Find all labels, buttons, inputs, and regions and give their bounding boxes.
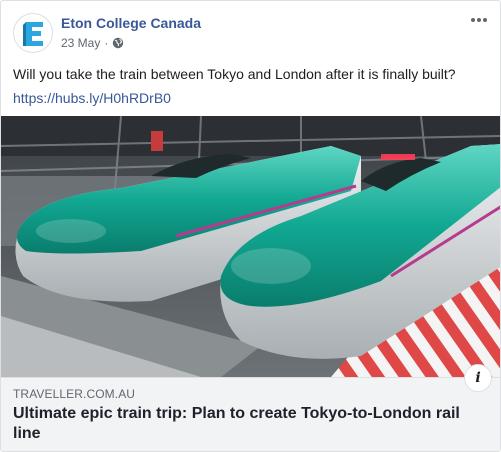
post-link[interactable]: https://hubs.ly/H0hRDrB0 <box>13 89 171 107</box>
post-header: Eton College Canada 23 May · <box>13 11 490 53</box>
shinkansen-trains-photo <box>1 116 500 377</box>
more-options-icon[interactable] <box>468 11 490 29</box>
info-icon[interactable]: i <box>464 364 492 392</box>
preview-domain: TRAVELLER.COM.AU <box>13 387 136 401</box>
page-name[interactable]: Eton College Canada <box>61 15 201 31</box>
link-preview-image[interactable] <box>1 116 500 377</box>
preview-title[interactable]: Ultimate epic train trip: Plan to create… <box>13 404 462 444</box>
post-text: Will you take the train between Tokyo an… <box>13 66 456 82</box>
meta-separator: · <box>104 36 109 50</box>
link-preview[interactable]: TRAVELLER.COM.AU Ultimate epic train tri… <box>1 364 500 451</box>
post-date[interactable]: 23 May <box>61 36 100 50</box>
facebook-post: Eton College Canada 23 May · Will you ta… <box>0 0 501 452</box>
eton-logo-icon <box>23 22 45 46</box>
post-meta: 23 May · <box>61 36 124 50</box>
globe-icon <box>112 37 124 49</box>
page-avatar[interactable] <box>13 13 53 53</box>
